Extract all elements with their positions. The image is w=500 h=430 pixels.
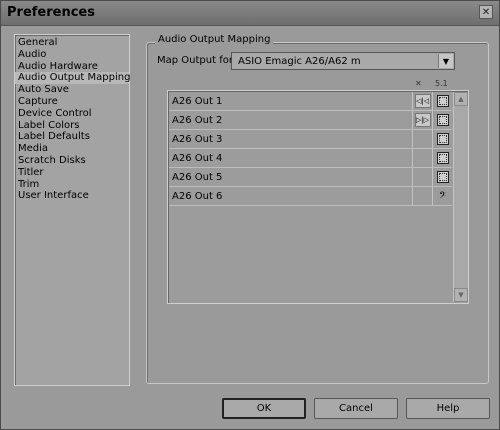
surround-cell[interactable] [432,149,452,167]
map-output-select[interactable]: ASIO Emagic A26/A62 m ▼ [231,52,455,70]
surround-rear-left-icon[interactable] [436,133,449,145]
ok-button[interactable]: OK [222,398,306,419]
sidebar-item-audio-hardware[interactable]: Audio Hardware [15,61,129,73]
stereo-cell[interactable]: ▷|▷ [412,111,432,129]
group-legend: Audio Output Mapping [155,34,274,45]
table-row[interactable]: A26 Out 6 𝄢 [169,187,452,206]
surround-rear-right-icon[interactable] [436,152,449,164]
map-output-value: ASIO Emagic A26/A62 m [238,56,361,67]
dialog-title: Preferences [7,5,95,20]
sidebar-item-media[interactable]: Media [15,143,129,155]
sidebar-item-audio[interactable]: Audio [15,49,129,61]
table-row[interactable]: A26 Out 4 [169,149,452,168]
stereo-cell[interactable] [412,168,432,186]
speaker-right-icon[interactable]: ▷|▷ [414,113,431,127]
sidebar-item-scratch-disks[interactable]: Scratch Disks [15,155,129,167]
sidebar-item-titler[interactable]: Titler [15,167,129,179]
surround-center-icon[interactable] [436,171,449,183]
surround-front-left-icon[interactable] [436,95,449,107]
table-row[interactable]: A26 Out 1 ◁|◁ [169,92,452,111]
sidebar-item-audio-output-mapping[interactable]: Audio Output Mapping [15,72,130,85]
sidebar-item-auto-save[interactable]: Auto Save [15,84,129,96]
output-label: A26 Out 3 [172,134,223,145]
table-row[interactable]: A26 Out 2 ▷|▷ [169,111,452,130]
sidebar-item-general[interactable]: General [15,37,129,49]
cancel-button[interactable]: Cancel [314,398,398,419]
speaker-left-icon[interactable]: ◁|◁ [414,94,431,108]
scroll-down-button[interactable]: ▼ [454,288,468,302]
help-button[interactable]: Help [406,398,490,419]
output-mapping-table: A26 Out 1 ◁|◁ A26 Out 2 ▷|▷ A26 Out 3 A2… [167,90,469,304]
sidebar-item-label-defaults[interactable]: Label Defaults [15,131,129,143]
sidebar-item-label-colors[interactable]: Label Colors [15,120,129,132]
output-label: A26 Out 6 [172,191,223,202]
output-label: A26 Out 2 [172,115,223,126]
surround-front-right-icon[interactable] [436,114,449,126]
sidebar-item-capture[interactable]: Capture [15,96,129,108]
subwoofer-icon[interactable]: 𝄢 [439,191,446,202]
chevron-down-icon[interactable]: ▼ [438,54,453,68]
stereo-cell[interactable] [412,149,432,167]
sidebar-item-device-control[interactable]: Device Control [15,108,129,120]
sidebar-item-user-interface[interactable]: User Interface [15,190,129,202]
table-row[interactable]: A26 Out 3 [169,130,452,149]
stereo-column-header-icon: ✕ [415,79,422,88]
vertical-scrollbar[interactable]: ▲ ▼ [453,92,468,302]
scroll-up-button[interactable]: ▲ [454,92,468,106]
surround-cell[interactable] [432,130,452,148]
preferences-dialog: Preferences ✕ General Audio Audio Hardwa… [0,0,500,430]
map-output-label: Map Output for: [157,55,237,66]
surround-cell[interactable] [432,92,452,110]
surround-cell[interactable] [432,111,452,129]
output-label: A26 Out 5 [172,172,223,183]
surround-column-header: 5.1 [435,79,448,88]
output-label: A26 Out 1 [172,96,223,107]
title-bar[interactable]: Preferences ✕ [1,1,499,26]
close-icon: ✕ [481,6,491,18]
stereo-cell[interactable] [412,187,432,205]
table-row[interactable]: A26 Out 5 [169,168,452,187]
surround-cell[interactable] [432,168,452,186]
close-button[interactable]: ✕ [479,5,493,19]
sidebar-item-trim[interactable]: Trim [15,179,129,191]
output-label: A26 Out 4 [172,153,223,164]
stereo-cell[interactable]: ◁|◁ [412,92,432,110]
surround-cell[interactable]: 𝄢 [432,187,452,205]
preferences-category-list[interactable]: General Audio Audio Hardware Audio Outpu… [14,34,130,386]
stereo-cell[interactable] [412,130,432,148]
